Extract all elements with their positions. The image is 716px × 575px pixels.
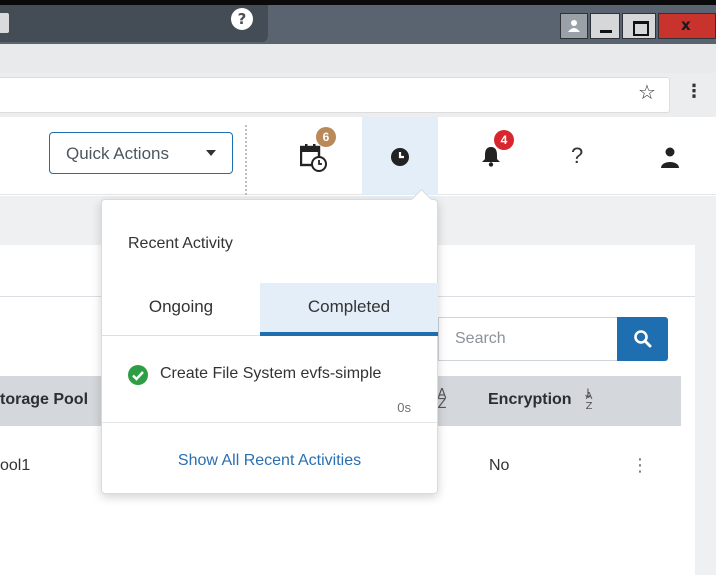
quick-actions-label: Quick Actions xyxy=(66,144,169,163)
activity-elapsed: 0s xyxy=(397,400,411,415)
browser-tab[interactable]: ? xyxy=(0,5,268,42)
search-input[interactable]: Search xyxy=(438,317,618,361)
app-header: Quick Actions 6 4 ? xyxy=(0,117,716,195)
user-menu-button[interactable] xyxy=(640,117,700,195)
browser-toolbar xyxy=(0,44,716,73)
clock-icon xyxy=(391,148,409,166)
sort-az-letters-icon: AZ xyxy=(585,391,593,412)
user-small-icon xyxy=(568,20,580,32)
tab-completed[interactable]: Completed xyxy=(260,283,438,336)
activity-item[interactable]: Create File System evfs-simple 0s xyxy=(102,337,437,423)
user-icon xyxy=(661,147,679,168)
address-bar-area: ☆ ⋮ xyxy=(0,73,716,117)
calendar-clock-icon xyxy=(300,144,327,172)
recent-activity-popover: Recent Activity Ongoing Completed Create… xyxy=(101,199,438,494)
address-field[interactable] xyxy=(0,77,670,113)
browser-tab-strip: ? x xyxy=(0,5,716,44)
close-window-button[interactable]: x xyxy=(658,13,716,39)
minimize-button[interactable] xyxy=(590,13,620,39)
maximize-button[interactable] xyxy=(622,13,656,39)
help-icon: ? xyxy=(571,143,584,168)
search-button[interactable] xyxy=(617,317,668,361)
tab-favicon xyxy=(0,13,9,33)
column-encryption[interactable]: Encryption xyxy=(488,391,572,409)
check-circle-icon xyxy=(128,365,148,385)
tasks-count-badge: 6 xyxy=(316,127,336,147)
search-icon xyxy=(634,330,652,348)
recent-activity-button[interactable] xyxy=(362,117,438,195)
cell-encryption: No xyxy=(489,457,510,474)
show-all-activities-link[interactable]: Show All Recent Activities xyxy=(102,452,437,470)
quick-actions-dropdown[interactable]: Quick Actions xyxy=(49,132,233,174)
chevron-down-icon xyxy=(206,150,216,156)
activity-name: Create File System evfs-simple xyxy=(160,365,382,382)
tab-ongoing[interactable]: Ongoing xyxy=(102,283,260,336)
header-divider xyxy=(245,125,247,195)
profile-switch-button[interactable] xyxy=(560,13,588,39)
alerts-button[interactable] xyxy=(462,117,522,195)
column-storage-pool[interactable]: torage Pool xyxy=(0,391,88,409)
help-button[interactable]: ? xyxy=(548,117,608,195)
cell-storage-pool: ool1 xyxy=(0,457,31,474)
alerts-count-badge: 4 xyxy=(494,130,514,150)
row-actions-icon[interactable]: ⋮ xyxy=(631,455,649,476)
kebab-icon[interactable]: ⋮ xyxy=(685,81,703,102)
star-icon[interactable]: ☆ xyxy=(638,80,656,104)
popover-title: Recent Activity xyxy=(128,235,233,252)
tab-help-icon[interactable]: ? xyxy=(231,8,253,30)
